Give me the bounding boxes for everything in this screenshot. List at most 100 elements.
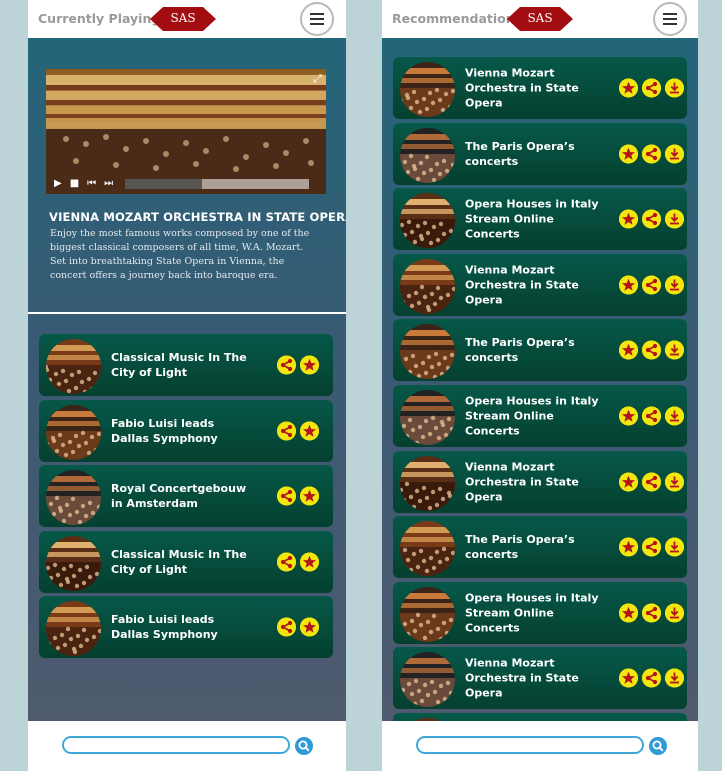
list-item[interactable]: Royal Concertgebouw in Amsterdam (39, 465, 333, 527)
play-icon[interactable]: ▶ (54, 179, 62, 189)
thumbnail (46, 404, 101, 460)
item-actions (277, 486, 319, 506)
download-icon[interactable] (665, 537, 684, 557)
list-item[interactable] (393, 713, 687, 721)
star-icon[interactable] (619, 472, 638, 492)
download-icon[interactable] (665, 209, 684, 229)
share-icon[interactable] (277, 421, 296, 440)
thumbnail (46, 470, 101, 525)
item-actions (277, 552, 319, 571)
item-actions (619, 668, 684, 688)
next-icon[interactable]: ⏭ (104, 179, 113, 189)
search-icon (652, 740, 664, 752)
star-icon[interactable] (619, 603, 638, 623)
star-icon[interactable] (300, 617, 319, 637)
recommendation-panel: Recommendation SAS Vienna Mozart Orchest… (382, 0, 698, 771)
menu-button[interactable] (653, 2, 687, 36)
currently-playing-panel: Currently Playing SAS ⤢ ▶ ■ ⏮ ⏭ VIENNA M… (28, 0, 346, 771)
item-title: Classical Music In The City of Light (111, 351, 247, 379)
download-icon[interactable] (665, 78, 684, 98)
divider (28, 312, 346, 314)
download-icon[interactable] (665, 406, 684, 426)
search-input[interactable] (416, 736, 644, 754)
video-controls: ▶ ■ ⏮ ⏭ (46, 174, 326, 194)
list-item[interactable]: The Paris Opera’s concerts (393, 319, 687, 382)
search-button[interactable] (649, 737, 667, 755)
list-item[interactable]: The Paris Opera’s concerts (393, 516, 687, 579)
list-item[interactable]: Opera Houses in Italy Stream Online Conc… (393, 385, 687, 447)
search-input[interactable] (62, 736, 290, 754)
item-actions (619, 275, 684, 295)
share-icon[interactable] (277, 355, 296, 375)
star-icon[interactable] (619, 78, 638, 98)
star-icon[interactable] (619, 340, 638, 360)
star-icon[interactable] (619, 275, 638, 295)
list-item[interactable]: Vienna Mozart Orchestra in State Opera (393, 450, 687, 513)
share-icon[interactable] (642, 209, 661, 229)
item-actions (619, 78, 684, 98)
now-playing: ⤢ ▶ ■ ⏮ ⏭ VIENNA MOZART ORCHESTRA IN STA… (28, 38, 346, 312)
content: ⤢ ▶ ■ ⏮ ⏭ VIENNA MOZART ORCHESTRA IN STA… (28, 38, 346, 721)
item-actions (619, 603, 684, 623)
list-item[interactable]: Fabio Luisi leads Dallas Symphony (39, 596, 333, 658)
star-icon[interactable] (300, 421, 319, 440)
star-icon[interactable] (619, 668, 638, 688)
share-icon[interactable] (642, 603, 661, 623)
thumbnail (46, 601, 101, 656)
list-item[interactable]: The Paris Opera’s concerts (393, 122, 687, 185)
star-icon[interactable] (619, 537, 638, 557)
star-icon[interactable] (300, 355, 319, 375)
share-icon[interactable] (277, 617, 296, 637)
item-actions (619, 209, 684, 229)
list-item[interactable]: Classical Music In The City of Light (39, 334, 333, 396)
previous-icon[interactable]: ⏮ (87, 179, 96, 189)
star-icon[interactable] (619, 209, 638, 229)
sas-logo: SAS (507, 6, 573, 32)
download-icon[interactable] (665, 472, 684, 492)
progress-bar[interactable] (125, 179, 310, 189)
list-item[interactable]: Classical Music In The City of Light (39, 530, 333, 593)
item-actions (619, 406, 684, 426)
logo-text: SAS (527, 11, 553, 25)
star-icon[interactable] (300, 552, 319, 571)
share-icon[interactable] (642, 668, 661, 688)
list-item[interactable]: Opera Houses in Italy Stream Online Conc… (393, 581, 687, 644)
menu-icon (310, 13, 324, 15)
video-player[interactable]: ⤢ ▶ ■ ⏮ ⏭ (46, 69, 326, 194)
item-title: Opera Houses in Italy Stream Online Conc… (465, 394, 599, 438)
item-title: Vienna Mozart Orchestra in State Opera (465, 66, 579, 110)
star-icon[interactable] (619, 406, 638, 426)
download-icon[interactable] (665, 340, 684, 360)
list-item[interactable]: Vienna Mozart Orchestra in State Opera (393, 253, 687, 316)
item-title: Fabio Luisi leads Dallas Symphony (111, 416, 218, 445)
share-icon[interactable] (642, 275, 661, 295)
list-item[interactable]: Opera Houses in Italy Stream Online Conc… (393, 188, 687, 251)
share-icon[interactable] (642, 406, 661, 426)
share-icon[interactable] (277, 552, 296, 571)
share-icon[interactable] (642, 537, 661, 557)
download-icon[interactable] (665, 144, 684, 164)
share-icon[interactable] (642, 472, 661, 492)
header-title: Currently Playing (38, 11, 161, 26)
share-icon[interactable] (642, 144, 661, 164)
menu-button[interactable] (300, 2, 334, 36)
share-icon[interactable] (642, 78, 661, 98)
download-icon[interactable] (665, 668, 684, 688)
item-actions (619, 537, 684, 557)
download-icon[interactable] (665, 603, 684, 623)
share-icon[interactable] (277, 486, 296, 506)
search-button[interactable] (295, 737, 313, 755)
share-icon[interactable] (642, 340, 661, 360)
logo-text: SAS (170, 11, 196, 25)
fullscreen-icon[interactable]: ⤢ (313, 73, 322, 84)
star-icon[interactable] (300, 486, 319, 506)
star-icon[interactable] (619, 144, 638, 164)
thumbnail (400, 193, 455, 249)
item-actions (277, 355, 319, 375)
list-item[interactable]: Fabio Luisi leads Dallas Symphony (39, 399, 333, 462)
thumbnail (400, 127, 455, 183)
stop-icon[interactable]: ■ (70, 179, 79, 189)
download-icon[interactable] (665, 275, 684, 295)
list-item[interactable]: Vienna Mozart Orchestra in State Opera (393, 57, 687, 119)
list-item[interactable]: Vienna Mozart Orchestra in State Opera (393, 647, 687, 710)
